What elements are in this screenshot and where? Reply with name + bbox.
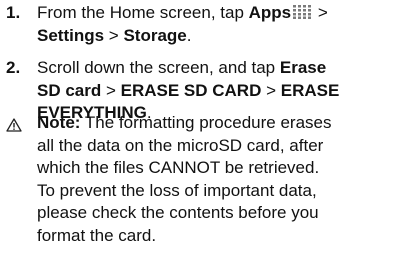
- step-2-line-2: SD card > ERASE SD CARD > ERASE: [37, 80, 389, 103]
- settings-label: Settings: [37, 25, 105, 45]
- step-1-arrow: >: [313, 3, 328, 22]
- step-1-line-2: Settings > Storage.: [37, 25, 389, 48]
- erase-word: Erase: [279, 58, 327, 77]
- note-line-5: please check the contents before you: [37, 203, 319, 222]
- note-line-4: To prevent the loss of important data,: [37, 180, 317, 200]
- note-line-1-text: The formatting procedure erases: [80, 113, 332, 132]
- step-1-intro: From the Home screen, tap: [37, 3, 249, 22]
- erase-label: ERASE: [280, 80, 340, 100]
- apps-grid-icon: [293, 3, 312, 19]
- note-label: Note:: [37, 113, 81, 132]
- step-1-number: 1.: [6, 3, 21, 22]
- step-2-intro: Scroll down the screen, and tap: [37, 58, 280, 77]
- note-line-6: format the card.: [37, 225, 157, 245]
- step-2-separator-2: >: [261, 80, 281, 100]
- step-2-line-1: Scroll down the screen, and tap Erase: [37, 57, 389, 80]
- step-2-separator-1: >: [101, 80, 121, 100]
- step-1-text: From the Home screen, tap Apps > Setting…: [37, 2, 389, 47]
- step-1-line-1: From the Home screen, tap Apps >: [37, 2, 389, 25]
- step-1-separator: >: [104, 25, 124, 45]
- apps-label: Apps: [248, 3, 292, 22]
- storage-label: Storage: [123, 25, 187, 45]
- note-line-2: all the data on the microSD card, after: [37, 135, 324, 155]
- note-text: Note: The formatting procedure erases al…: [37, 112, 389, 247]
- step-2-number: 2.: [6, 58, 21, 77]
- note-line-1: Note: The formatting procedure erases: [37, 112, 389, 135]
- instruction-document: 1. From the Home screen, tap Apps > Sett…: [0, 0, 394, 277]
- note-line-3: which the files CANNOT be retrieved.: [37, 158, 320, 177]
- sd-card-label: SD card: [37, 80, 102, 100]
- step-1-period: .: [186, 25, 192, 45]
- erase-sd-card-label: ERASE SD CARD: [120, 80, 262, 100]
- warning-icon: [6, 116, 22, 132]
